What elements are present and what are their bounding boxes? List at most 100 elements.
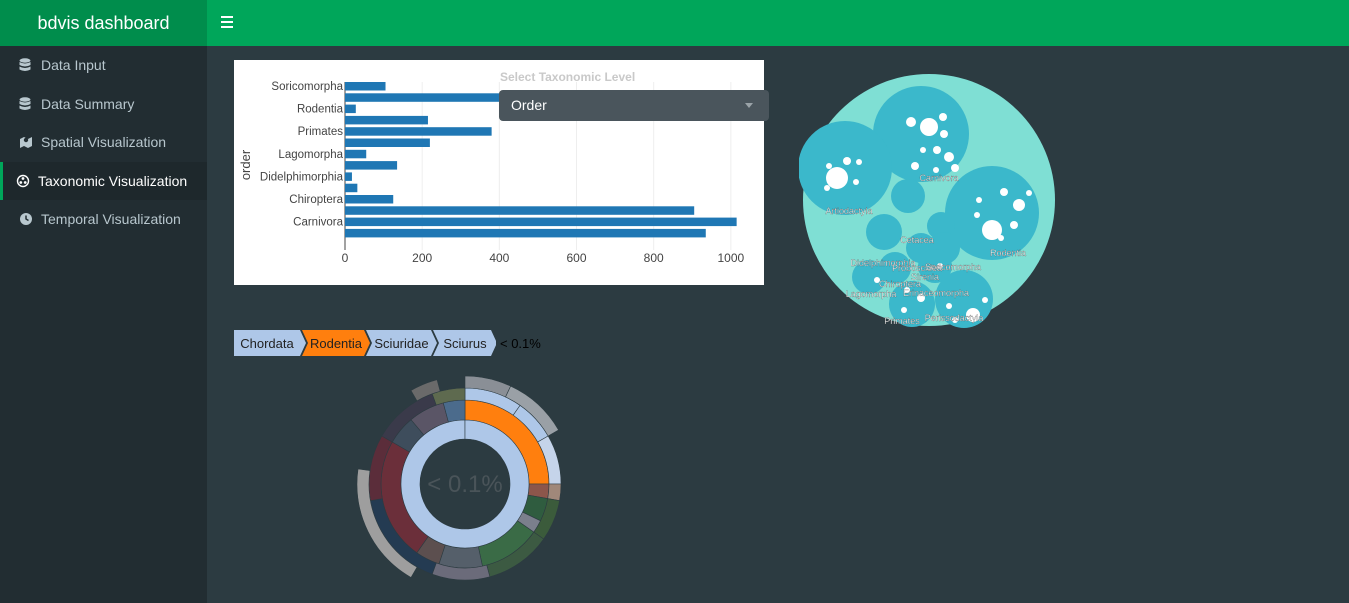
- x-tick-label: 1000: [717, 251, 744, 265]
- breadcrumb: Chordata Rodentia Sciuridae Sciurus < 0.1%: [234, 330, 541, 356]
- y-tick-label: Soricomorpha: [271, 81, 343, 93]
- pack-leaf-circle[interactable]: [982, 297, 988, 303]
- bar[interactable]: [345, 82, 386, 91]
- bar[interactable]: [345, 127, 492, 136]
- pack-leaf-circle[interactable]: [946, 303, 952, 309]
- sidebar-toggle-icon[interactable]: [221, 16, 233, 28]
- x-tick-label: 600: [566, 251, 586, 265]
- top-navbar: [207, 0, 1349, 46]
- bar[interactable]: [345, 115, 428, 125]
- sidebar-item-label: Data Input: [41, 57, 106, 74]
- pack-label: Erinaceomorpha: [903, 288, 969, 298]
- circle-packing-chart[interactable]: CarnivoraArtiodactylaCetaceaDidelphimorp…: [799, 70, 1059, 330]
- pack-leaf-circle[interactable]: [843, 157, 851, 165]
- bar[interactable]: [345, 138, 430, 148]
- pack-label: Primates: [884, 316, 920, 326]
- breadcrumb-item: Sciurus: [443, 336, 487, 351]
- pack-leaf-circle[interactable]: [998, 235, 1004, 241]
- bar[interactable]: [345, 217, 737, 227]
- bar[interactable]: [345, 195, 394, 204]
- sunburst-arc[interactable]: [547, 483, 562, 502]
- sidebar: Data Input Data Summary Spatial Visualiz…: [0, 46, 207, 603]
- y-tick-label: Chiroptera: [289, 194, 343, 206]
- sidebar-item-label: Temporal Visualization: [41, 211, 181, 228]
- x-tick-label: 0: [342, 251, 349, 265]
- bar[interactable]: [345, 206, 695, 215]
- pack-leaf-circle[interactable]: [951, 164, 959, 172]
- sidebar-item-label: Data Summary: [41, 95, 135, 112]
- pack-leaf-circle[interactable]: [826, 167, 848, 189]
- database-icon: [19, 58, 33, 72]
- breadcrumb-percentage: < 0.1%: [500, 335, 541, 351]
- y-tick-label: Didelphimorphia: [260, 171, 344, 183]
- breadcrumb-trail: Chordata Rodentia Sciuridae Sciurus: [234, 330, 496, 356]
- pack-leaf-circle[interactable]: [906, 117, 916, 127]
- pack-leaf-circle[interactable]: [1026, 190, 1032, 196]
- pack-leaf-circle[interactable]: [933, 146, 941, 154]
- bar[interactable]: [345, 161, 398, 170]
- sidebar-item-data-input[interactable]: Data Input: [0, 46, 207, 85]
- sidebar-item-spatial-visualization[interactable]: Spatial Visualization: [0, 123, 207, 162]
- chevron-down-icon: [745, 103, 753, 108]
- sidebar-item-label: Spatial Visualization: [41, 134, 167, 151]
- pack-leaf-circle[interactable]: [974, 212, 980, 218]
- pack-leaf-circle[interactable]: [826, 163, 832, 169]
- pack-label: Carnivora: [919, 173, 958, 183]
- pack-leaf-circle[interactable]: [920, 118, 938, 136]
- pack-leaf-circle[interactable]: [940, 130, 948, 138]
- sunburst-center-label: < 0.1%: [427, 471, 502, 498]
- pack-label: Cetacea: [900, 235, 934, 245]
- breadcrumb-item: Rodentia: [310, 336, 363, 351]
- x-tick-label: 400: [489, 251, 509, 265]
- y-tick-label: Primates: [298, 126, 344, 138]
- pack-label: Lagomorpha: [846, 289, 897, 299]
- bar[interactable]: [345, 172, 352, 181]
- taxonomic-level-select[interactable]: Order: [499, 90, 769, 121]
- bar[interactable]: [345, 183, 358, 193]
- bar[interactable]: [345, 228, 706, 238]
- pack-leaf-circle[interactable]: [1013, 199, 1025, 211]
- pack-group-circle[interactable]: [799, 121, 892, 215]
- bar[interactable]: [345, 104, 356, 114]
- breadcrumb-item: Sciuridae: [374, 336, 428, 351]
- taxonomic-level-value: Order: [511, 97, 547, 113]
- pack-leaf-circle[interactable]: [1000, 188, 1008, 196]
- pack-leaf-circle[interactable]: [920, 147, 926, 153]
- bar[interactable]: [345, 149, 367, 159]
- pack-group-circle[interactable]: [891, 179, 925, 213]
- main-content: 0 200 400 600 800 1000 Soricomorpha Rodentia Pri…: [207, 46, 1349, 603]
- x-tick-label: 800: [644, 251, 664, 265]
- pack-leaf-circle[interactable]: [853, 179, 859, 185]
- x-tick-label: 200: [412, 251, 432, 265]
- pack-leaf-circle[interactable]: [901, 307, 907, 313]
- sidebar-item-data-summary[interactable]: Data Summary: [0, 85, 207, 124]
- breadcrumb-item: Chordata: [240, 336, 294, 351]
- taxonomic-level-label: Select Taxonomic Level: [500, 70, 636, 84]
- pack-label: Artiodactyla: [825, 206, 872, 216]
- database-icon: [19, 97, 33, 111]
- pack-leaf-circle[interactable]: [939, 113, 947, 121]
- y-tick-label: Lagomorpha: [278, 149, 343, 161]
- app-logo[interactable]: bdvis dashboard: [0, 0, 207, 46]
- y-axis-title: order: [238, 149, 253, 180]
- app-title: bdvis dashboard: [37, 12, 170, 33]
- pack-leaf-circle[interactable]: [1010, 221, 1018, 229]
- tree-icon: [16, 174, 30, 188]
- clock-icon: [19, 212, 33, 226]
- pack-group-circle[interactable]: [866, 214, 902, 250]
- sidebar-item-temporal-visualization[interactable]: Temporal Visualization: [0, 200, 207, 239]
- sunburst-arc[interactable]: [438, 544, 483, 569]
- pack-leaf-circle[interactable]: [824, 185, 830, 191]
- pack-leaf-circle[interactable]: [911, 162, 919, 170]
- map-icon: [19, 135, 33, 149]
- sunburst-chart[interactable]: < 0.1%: [355, 374, 575, 594]
- y-tick-label: Rodentia: [297, 104, 344, 116]
- sidebar-item-taxonomic-visualization[interactable]: Taxonomic Visualization: [0, 161, 207, 200]
- pack-label: Rodentia: [990, 248, 1026, 258]
- pack-leaf-circle[interactable]: [856, 159, 862, 165]
- pack-leaf-circle[interactable]: [944, 152, 954, 162]
- sidebar-item-label: Taxonomic Visualization: [38, 172, 188, 189]
- pack-label: Soricomorpha: [925, 262, 981, 272]
- y-tick-label: Carnivora: [293, 217, 343, 229]
- pack-leaf-circle[interactable]: [976, 197, 982, 203]
